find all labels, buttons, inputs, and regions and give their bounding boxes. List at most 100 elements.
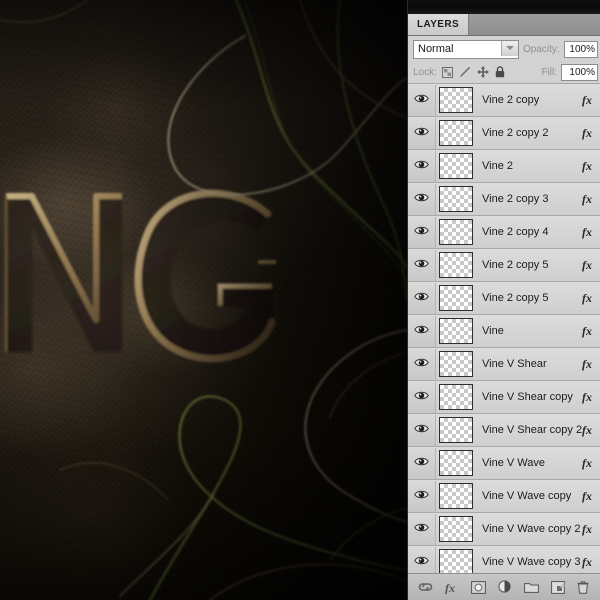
layer-effects-indicator[interactable]: fx bbox=[582, 357, 600, 372]
layer-visibility-toggle[interactable] bbox=[408, 282, 436, 314]
layer-thumbnail[interactable] bbox=[439, 252, 473, 278]
layer-thumbnail[interactable] bbox=[439, 219, 473, 245]
eye-icon bbox=[414, 291, 429, 305]
lock-position-icon[interactable] bbox=[476, 66, 489, 78]
layer-row[interactable]: Vine 2 fx bbox=[408, 150, 600, 183]
layer-visibility-toggle[interactable] bbox=[408, 117, 436, 149]
eye-icon bbox=[414, 192, 429, 206]
layer-name: Vine V Wave copy 2 bbox=[482, 523, 581, 535]
layer-visibility-toggle[interactable] bbox=[408, 348, 436, 380]
layer-name: Vine 2 copy 5 bbox=[482, 259, 549, 271]
layer-effects-indicator[interactable]: fx bbox=[582, 423, 600, 438]
layer-thumbnail[interactable] bbox=[439, 450, 473, 476]
layer-visibility-toggle[interactable] bbox=[408, 315, 436, 347]
canvas-vignette bbox=[0, 0, 407, 600]
layer-visibility-toggle[interactable] bbox=[408, 150, 436, 182]
eye-icon bbox=[414, 423, 429, 437]
layer-effects-indicator[interactable]: fx bbox=[582, 456, 600, 471]
layer-row[interactable]: Vine 2 copy 3 fx bbox=[408, 183, 600, 216]
layers-panel: LAYERS Normal Opacity: 100% Lock: Fill: … bbox=[407, 0, 600, 600]
layer-thumbnail[interactable] bbox=[439, 120, 473, 146]
new-group-icon[interactable] bbox=[524, 581, 539, 593]
fill-input[interactable]: 100% bbox=[561, 63, 598, 81]
eye-icon bbox=[414, 324, 429, 338]
layer-thumbnail[interactable] bbox=[439, 351, 473, 377]
layer-name: Vine V Wave bbox=[482, 457, 545, 469]
layer-thumbnail[interactable] bbox=[439, 87, 473, 113]
layer-row[interactable]: Vine 2 copy fx bbox=[408, 84, 600, 117]
layer-effects-indicator[interactable]: fx bbox=[582, 93, 600, 108]
layer-thumbnail[interactable] bbox=[439, 417, 473, 443]
layer-thumbnail[interactable] bbox=[439, 318, 473, 344]
layer-visibility-toggle[interactable] bbox=[408, 414, 436, 446]
eye-icon bbox=[414, 126, 429, 140]
layer-thumbnail[interactable] bbox=[439, 516, 473, 542]
layer-name: Vine V Wave copy 3 bbox=[482, 556, 581, 568]
eye-icon bbox=[414, 390, 429, 404]
layer-effects-indicator[interactable]: fx bbox=[582, 324, 600, 339]
lock-label: Lock: bbox=[413, 66, 437, 78]
layer-visibility-toggle[interactable] bbox=[408, 183, 436, 215]
layer-effects-indicator[interactable]: fx bbox=[582, 192, 600, 207]
layer-thumbnail[interactable] bbox=[439, 153, 473, 179]
eye-icon bbox=[414, 225, 429, 239]
tab-empty-space bbox=[469, 14, 600, 35]
lock-transparency-icon[interactable] bbox=[441, 66, 453, 78]
eye-icon bbox=[414, 456, 429, 470]
layer-thumbnail[interactable] bbox=[439, 483, 473, 509]
layer-effects-indicator[interactable]: fx bbox=[582, 126, 600, 141]
layer-thumbnail[interactable] bbox=[439, 384, 473, 410]
layer-name: Vine 2 copy 5 bbox=[482, 292, 549, 304]
layer-row[interactable]: Vine V Wave fx bbox=[408, 447, 600, 480]
layers-bottom-toolbar: fx bbox=[408, 573, 600, 600]
layer-row[interactable]: Vine V Shear copy fx bbox=[408, 381, 600, 414]
svg-text:fx: fx bbox=[445, 581, 455, 594]
layer-row[interactable]: Vine V Shear copy 2 fx bbox=[408, 414, 600, 447]
eye-icon bbox=[414, 522, 429, 536]
layer-effects-indicator[interactable]: fx bbox=[582, 489, 600, 504]
layer-effects-indicator[interactable]: fx bbox=[582, 555, 600, 570]
layer-visibility-toggle[interactable] bbox=[408, 447, 436, 479]
layer-row[interactable]: Vine 2 copy 5 fx bbox=[408, 249, 600, 282]
document-canvas[interactable] bbox=[0, 0, 407, 600]
layer-row[interactable]: Vine 2 copy 4 fx bbox=[408, 216, 600, 249]
layer-row[interactable]: Vine V Wave copy 2 fx bbox=[408, 513, 600, 546]
chevron-down-icon[interactable] bbox=[500, 40, 518, 56]
layer-row[interactable]: Vine fx bbox=[408, 315, 600, 348]
new-adjustment-layer-icon[interactable] bbox=[498, 580, 512, 594]
new-layer-icon[interactable] bbox=[551, 580, 565, 594]
layer-effects-indicator[interactable]: fx bbox=[582, 225, 600, 240]
eye-icon bbox=[414, 489, 429, 503]
layer-effects-indicator[interactable]: fx bbox=[582, 159, 600, 174]
layer-style-fx-icon[interactable]: fx bbox=[445, 581, 459, 594]
layer-visibility-toggle[interactable] bbox=[408, 84, 436, 116]
lock-row: Lock: Fill: 100% bbox=[408, 61, 600, 84]
layer-row[interactable]: Vine 2 copy 5 fx bbox=[408, 282, 600, 315]
layer-effects-indicator[interactable]: fx bbox=[582, 390, 600, 405]
eye-icon bbox=[414, 93, 429, 107]
layer-visibility-toggle[interactable] bbox=[408, 480, 436, 512]
blend-mode-select[interactable]: Normal bbox=[413, 39, 519, 59]
layer-effects-indicator[interactable]: fx bbox=[582, 258, 600, 273]
link-layers-icon[interactable] bbox=[418, 581, 433, 593]
layer-effects-indicator[interactable]: fx bbox=[582, 291, 600, 306]
layer-visibility-toggle[interactable] bbox=[408, 513, 436, 545]
layer-thumbnail[interactable] bbox=[439, 186, 473, 212]
layer-row[interactable]: Vine 2 copy 2 fx bbox=[408, 117, 600, 150]
layer-visibility-toggle[interactable] bbox=[408, 381, 436, 413]
layer-visibility-toggle[interactable] bbox=[408, 249, 436, 281]
opacity-input[interactable]: 100% bbox=[563, 40, 598, 58]
layer-row[interactable]: Vine V Wave copy fx bbox=[408, 480, 600, 513]
lock-all-icon[interactable] bbox=[495, 66, 505, 78]
layer-visibility-toggle[interactable] bbox=[408, 216, 436, 248]
layer-row[interactable]: Vine V Shear fx bbox=[408, 348, 600, 381]
layer-thumbnail[interactable] bbox=[439, 285, 473, 311]
add-layer-mask-icon[interactable] bbox=[471, 580, 486, 594]
layer-effects-indicator[interactable]: fx bbox=[582, 522, 600, 537]
layer-thumbnail[interactable] bbox=[439, 549, 473, 575]
tab-layers[interactable]: LAYERS bbox=[408, 14, 470, 35]
layer-name: Vine V Wave copy bbox=[482, 490, 572, 502]
lock-image-pixels-icon[interactable] bbox=[459, 66, 471, 78]
layers-list[interactable]: Vine 2 copy fx Vine 2 copy 2 fx Vine 2 fx Vine… bbox=[408, 84, 600, 579]
delete-layer-icon[interactable] bbox=[577, 580, 589, 594]
